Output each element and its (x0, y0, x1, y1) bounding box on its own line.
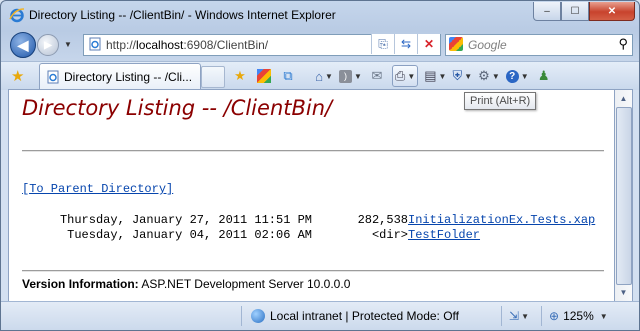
parent-directory-link[interactable]: [To Parent Directory] (22, 182, 173, 196)
stop-button[interactable]: ✕ (417, 34, 440, 54)
page-content: Directory Listing -- /ClientBin/ [To Par… (8, 89, 615, 303)
divider (22, 270, 604, 272)
research-icon[interactable]: ♟ (535, 66, 553, 86)
forward-arrow-icon: ▶ (44, 39, 52, 51)
search-box[interactable]: Google ⚲ (445, 34, 633, 56)
search-placeholder: Google (468, 38, 507, 52)
close-button[interactable]: ✕ (589, 2, 635, 21)
rss-feed-button[interactable]: ) ▼ (339, 66, 362, 86)
page-icon (89, 37, 101, 51)
address-url[interactable]: http://localhost:6908/ClientBin/ (106, 38, 268, 52)
file-size: <dir> (371, 228, 408, 242)
version-label: Version Information: (22, 277, 139, 291)
web-slice-icon[interactable]: ⧉ (279, 66, 297, 86)
google-icon (449, 37, 463, 51)
favorites-star-icon[interactable]: ★ (11, 67, 24, 85)
maximize-button[interactable]: ☐ (561, 2, 589, 21)
read-mail-icon: ✉ (371, 68, 383, 83)
tools-gear-icon: ⚙ (478, 68, 490, 83)
compatibility-view-icon: ⎘ (378, 36, 388, 51)
read-mail-button[interactable]: ✉ (368, 66, 386, 86)
page-menu-button[interactable]: ▤ ▼ (424, 66, 446, 86)
search-icon[interactable]: ⚲ (618, 36, 628, 52)
rss-feed-icon: ) (339, 69, 352, 83)
ie-logo-icon (9, 8, 25, 23)
print-tooltip: Print (Alt+R) (464, 92, 537, 110)
page-menu-icon: ▤ (424, 68, 437, 83)
tab-directory-listing[interactable]: Directory Listing -- /Cli... (39, 63, 201, 90)
zoom-level: 125% (563, 309, 594, 323)
navigation-bar: ◀ ▶ ▼ http://localhost:6908/ClientBin/ ⎘… (1, 29, 639, 61)
tools-button[interactable]: ⚙ ▼ (478, 66, 500, 86)
home-icon: ⌂ (315, 68, 323, 84)
folder-link[interactable]: TestFolder (408, 228, 480, 242)
file-date: Thursday, January 27, 2011 11:51 PM (59, 213, 312, 227)
back-button[interactable]: ◀ (10, 32, 36, 58)
command-bar: ★ Directory Listing -- /Cli... ★ ⧉ ⌂ ▼ ) ▼… (1, 61, 639, 90)
add-favorites-icon[interactable]: ★ (231, 66, 249, 86)
globe-icon (251, 309, 265, 323)
back-arrow-icon: ◀ (17, 36, 29, 53)
new-tab-button[interactable] (201, 66, 225, 88)
recent-pages-dropdown[interactable]: ▼ (64, 40, 72, 49)
stop-icon: ✕ (423, 37, 435, 51)
protected-mode-indicator[interactable]: ⇲ ▼ (509, 306, 529, 326)
status-bar: Local intranet | Protected Mode: Off ⇲ ▼ … (1, 301, 639, 330)
forward-button[interactable]: ▶ (37, 34, 59, 56)
zoom-control[interactable]: ⊕ 125% ▼ (549, 306, 608, 326)
version-value: ASP.NET Development Server 10.0.0.0 (141, 277, 351, 291)
refresh-button[interactable]: ⇆ (394, 34, 417, 54)
safety-button[interactable]: ⛨ ▼ (452, 66, 472, 86)
scroll-thumb[interactable] (616, 107, 632, 285)
file-size: 282,538 (357, 213, 408, 227)
divider (22, 150, 604, 152)
print-button[interactable]: ⎙ ▼ (391, 65, 419, 87)
print-icon: ⎙ (394, 68, 406, 83)
compatibility-view-button[interactable]: ⎘ (371, 34, 394, 54)
tab-label: Directory Listing -- /Cli... (64, 70, 193, 84)
security-zone-label: Local intranet | Protected Mode: Off (270, 309, 459, 323)
help-icon: ? (505, 69, 519, 83)
safety-icon: ⛨ (452, 68, 463, 83)
title-bar: Directory Listing -- /ClientBin/ - Windo… (1, 1, 639, 29)
window-title: Directory Listing -- /ClientBin/ - Windo… (29, 8, 336, 22)
ie-window: Directory Listing -- /ClientBin/ - Windo… (0, 0, 640, 331)
refresh-icon: ⇆ (400, 37, 412, 51)
vertical-scrollbar[interactable]: ▲ ▼ (614, 89, 633, 303)
protected-mode-icon: ⇲ (509, 309, 520, 323)
version-info: Version Information: ASP.NET Development… (22, 277, 350, 291)
suggested-sites-icon[interactable] (255, 66, 273, 86)
zoom-icon: ⊕ (549, 309, 560, 323)
file-date: Tuesday, January 04, 2011 02:06 AM (67, 228, 312, 242)
security-zone[interactable]: Local intranet | Protected Mode: Off (251, 306, 459, 326)
minimize-button[interactable]: – (533, 2, 561, 21)
scroll-down-button[interactable]: ▼ (615, 284, 632, 301)
page-title: Directory Listing -- /ClientBin/ (22, 96, 333, 120)
page-icon (47, 70, 59, 84)
scroll-up-button[interactable]: ▲ (615, 90, 632, 107)
home-button[interactable]: ⌂ ▼ (315, 66, 333, 86)
help-button[interactable]: ? ▼ (505, 66, 529, 86)
file-link[interactable]: InitializationEx.Tests.xap (408, 213, 595, 227)
